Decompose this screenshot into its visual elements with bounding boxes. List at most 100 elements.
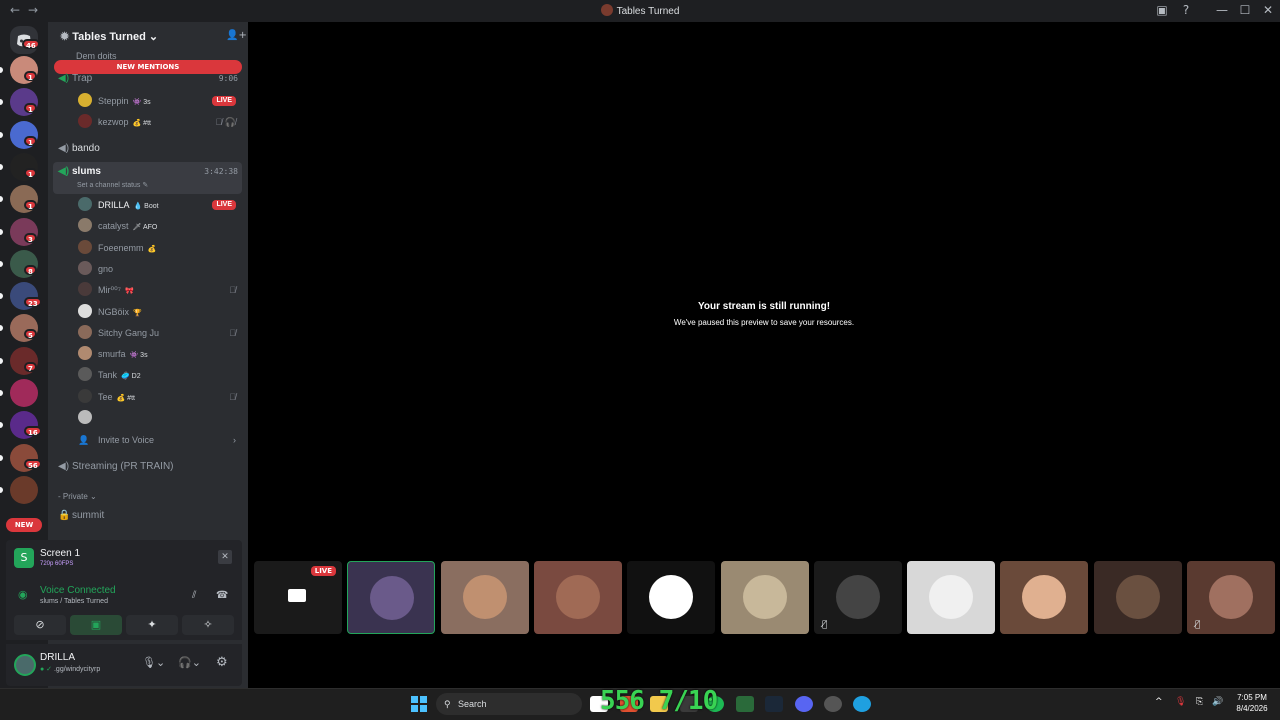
server-icon[interactable] (10, 379, 38, 407)
custom-status-text: .gg/windycityrp (53, 666, 101, 673)
member-name: NGBöix (98, 307, 130, 317)
tray-volume-icon[interactable]: 🔊 (1212, 697, 1223, 707)
channel-timer: 3:42:38 (204, 167, 238, 176)
voice-member[interactable]: kezwop 💰 #tt 🎙̸ 🎧̸ (78, 112, 242, 132)
camera-off-button[interactable]: ⊘ (14, 615, 66, 635)
speaker-icon: ◀) (58, 461, 70, 472)
new-unreads-pill[interactable]: NEW (6, 518, 42, 532)
activities-button[interactable]: ✦ (126, 615, 178, 635)
muted-mic-icon: 🎙̸ (822, 620, 828, 630)
category-private[interactable]: - Private ⌄ (58, 492, 97, 501)
avatar (78, 346, 92, 360)
voice-member[interactable]: DRILLA 💧 Boot LIVE (78, 195, 242, 215)
voice-member[interactable]: Steppin 👾 3s LIVE (78, 91, 242, 111)
discord-icon[interactable] (795, 696, 813, 712)
server-icon[interactable] (10, 476, 38, 504)
avatar (78, 218, 92, 232)
chrome-icon[interactable] (824, 696, 842, 712)
soundboard-button[interactable]: ✧ (182, 615, 234, 635)
voice-channel-bando[interactable]: ◀) bando (58, 141, 100, 157)
member-tag: 🏆 (133, 310, 142, 317)
inbox-icon[interactable]: ▣ (1154, 3, 1170, 17)
screen-share-title: Screen 1 (40, 548, 81, 559)
headphones-icon[interactable]: 🎧⌄ (178, 656, 201, 669)
invite-people-icon[interactable]: 👤+ (226, 30, 247, 41)
paused-subtitle: We've paused this preview to save your r… (673, 318, 855, 327)
tray-chevron-icon[interactable]: ^ (1155, 697, 1163, 707)
channel-summit[interactable]: 🔒 summit (58, 508, 104, 524)
settings-gear-icon[interactable]: ⚙ (216, 655, 228, 670)
voice-member[interactable]: gno (78, 259, 242, 279)
speaker-icon: ◀) (58, 143, 70, 154)
member-name: Steppin (98, 96, 129, 106)
participant-tile[interactable] (721, 561, 809, 634)
edge-icon[interactable] (853, 696, 871, 712)
xbox-icon[interactable] (736, 696, 754, 712)
voice-member[interactable]: NGBöix 🏆 (78, 302, 242, 322)
invite-to-voice[interactable]: 👤 Invite to Voice › (78, 432, 242, 448)
voice-channel-slums-header[interactable]: ◀) slums 3:42:38 (58, 164, 238, 180)
participant-tile[interactable] (907, 561, 995, 634)
tray-mic-icon[interactable]: 🎙 (1175, 697, 1186, 707)
mention-badge: 23 (24, 297, 42, 308)
maximize-button[interactable]: ☐ (1237, 3, 1253, 17)
add-user-icon: 👤 (78, 435, 90, 445)
voice-member[interactable]: Mir⁰⁰⁷ 🎀 🎙̸ (78, 280, 242, 300)
voice-member[interactable]: catalyst 🗡 AFO (78, 216, 242, 236)
clock-time: 7:05 PM (1237, 693, 1267, 702)
user-name: DRILLA (40, 652, 76, 663)
participant-tile[interactable] (441, 561, 529, 634)
participant-tile[interactable] (1094, 561, 1182, 634)
channel-name: slums (72, 166, 101, 177)
member-name: gno (98, 264, 114, 274)
window-title: Tables Turned (0, 4, 1280, 17)
participant-avatar (743, 575, 787, 619)
participant-tile[interactable] (534, 561, 622, 634)
stream-quality: 720p 60FPS (40, 561, 74, 567)
mention-badge: 3 (24, 233, 37, 244)
server-logo-icon (600, 4, 613, 16)
speaker-icon: ◀) (58, 73, 70, 84)
minimize-button[interactable]: — (1214, 3, 1230, 17)
voice-member[interactable]: Foeenemm 💰 (78, 238, 242, 258)
avatar (78, 261, 92, 275)
taskbar-search[interactable]: ⚲ Search (436, 693, 582, 715)
channel-name: summit (72, 510, 105, 521)
share-screen-button[interactable]: ▣ (70, 615, 122, 635)
voice-channel-streaming[interactable]: ◀) Streaming (PR TRAIN) (58, 459, 174, 475)
avatar (78, 367, 92, 381)
noise-suppression-icon[interactable]: ⫽ (192, 590, 196, 601)
avatar (78, 197, 92, 211)
help-icon[interactable]: ? (1178, 3, 1194, 17)
participant-tile[interactable] (1000, 561, 1088, 634)
voice-member[interactable]: Tank 🥏 D2 (78, 365, 242, 385)
participant-tile[interactable] (627, 561, 715, 634)
muted-mic-icon: 🎙̸ (229, 392, 236, 402)
voice-member[interactable]: smurfa 👾 3s (78, 344, 242, 364)
close-button[interactable]: ✕ (1260, 3, 1276, 17)
taskbar-clock[interactable]: 7:05 PM 8/4/2026 (1226, 692, 1278, 714)
member-tag: 🥏 D2 (121, 373, 141, 380)
status-check-icon: ● ✓ (40, 666, 54, 673)
participant-tile[interactable]: 🎙̸ (814, 561, 902, 634)
set-channel-status[interactable]: Set a channel status ✎ (77, 181, 148, 189)
voice-channel-trap[interactable]: ◀) Trap 9:06 (58, 71, 238, 87)
guild-name: Tables Turned (72, 31, 146, 43)
guild-header[interactable]: ✹ Tables Turned ⌄ (60, 30, 240, 48)
tray-network-icon[interactable]: ⎘ (1196, 697, 1203, 707)
stop-streaming-button[interactable]: ✕ (218, 550, 232, 564)
start-button[interactable] (410, 695, 428, 713)
steam-icon[interactable] (765, 696, 783, 712)
disconnect-icon[interactable]: ☎ (216, 590, 228, 601)
participant-tile[interactable] (347, 561, 435, 634)
voice-member[interactable] (78, 408, 242, 428)
participant-tile[interactable]: LIVE (254, 561, 342, 634)
voice-location[interactable]: slums / Tables Turned (40, 598, 108, 605)
soundboard-icon: ✧ (203, 618, 213, 631)
voice-member[interactable]: Tee 💰 #tt 🎙̸ (78, 387, 242, 407)
user-avatar[interactable] (14, 654, 36, 676)
voice-member[interactable]: Sitchy Gang Ju 🎙̸ (78, 323, 242, 343)
participant-tile[interactable]: 🎙̸ (1187, 561, 1275, 634)
microphone-icon[interactable]: 🎙⌄ (142, 656, 165, 669)
participant-avatar (649, 575, 693, 619)
